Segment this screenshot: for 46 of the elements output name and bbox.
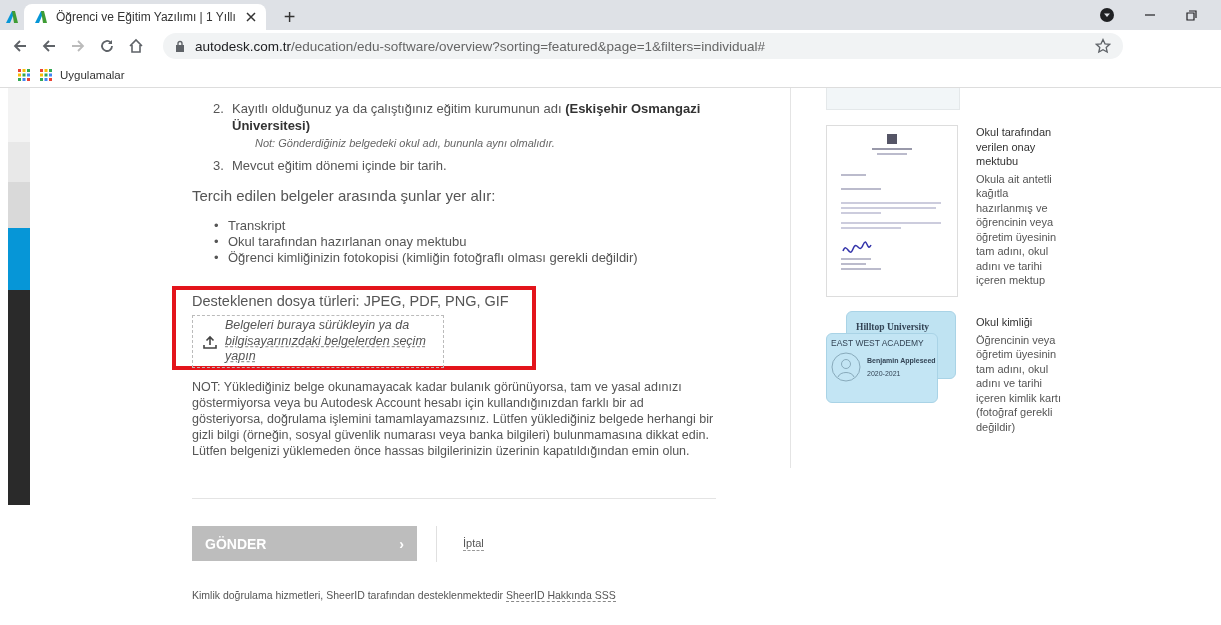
faq-link[interactable]: SheerID Hakkında SSS — [506, 588, 616, 602]
reload-icon[interactable] — [99, 38, 115, 54]
restore-icon[interactable] — [1186, 9, 1197, 21]
profile-icon[interactable] — [1100, 8, 1114, 22]
cancel-link[interactable]: İptal — [463, 536, 484, 551]
tab-title: Öğrenci ve Eğitim Yazılımı | 1 Yıllı — [56, 10, 236, 24]
bookmark-item[interactable]: Uygulamalar — [40, 68, 125, 81]
avatar-icon — [831, 352, 861, 382]
list-item-text: Transkript — [228, 217, 286, 234]
example-description: Öğrencinin veya öğretim üyesinin tam adını, okul adını ve tarihi içeren kimlik kartı (fotoğraf gerekli değildir) — [976, 332, 1062, 434]
bullet: • — [214, 249, 220, 266]
file-types-label: Desteklenen dosya türleri: JPEG, PDF, PNG, GIF — [192, 292, 510, 309]
list-number: 3. — [213, 157, 225, 174]
example-description: Okula ait antetli kağıtla hazırlanmış ve öğrencinin veya öğretim üyesinin tam adını, okul adını ve tarihi içeren mektup — [976, 171, 1058, 288]
bullet: • — [214, 217, 220, 234]
section-heading: Tercih edilen belgeler arasında şunlar yer alır: — [192, 188, 497, 205]
close-icon[interactable] — [245, 12, 256, 22]
back-icon[interactable] — [12, 38, 28, 54]
dropzone-text: Belgeleri buraya sürükleyin ya da bilgisayarınızdaki belgelerden seçim yapın — [225, 318, 433, 365]
example-title: Okul tarafından verilen onay mektubu — [976, 125, 1053, 169]
lock-icon — [175, 40, 185, 52]
card-title: Hilltop University — [856, 322, 930, 332]
logo-icon — [5, 10, 19, 24]
browse-link[interactable]: bilgisayarınızdaki belgelerden seçim yapın — [225, 333, 433, 365]
apps-grid-icon — [40, 68, 52, 81]
requirement-text: Mevcut eğitim dönemi içinde bir tarih. — [232, 157, 447, 174]
home-icon[interactable] — [128, 38, 144, 54]
upload-dropzone[interactable]: Belgeleri buraya sürükleyin ya da bilgisayarınızdaki belgelerden seçim yapın — [192, 315, 444, 368]
bullet: • — [214, 233, 220, 250]
list-item-text: Öğrenci kimliğinizin fotokopisi (kimliğin fotoğraflı olması gerekli değildir) — [228, 249, 638, 266]
footer-text: Kimlik doğrulama hizmetleri, SheerID tarafından desteklenmektedir SheerID Hakkında SSS — [192, 587, 617, 603]
card-title: EAST WEST ACADEMY — [831, 338, 925, 348]
star-icon[interactable] — [1095, 38, 1111, 54]
logo-icon — [34, 10, 48, 24]
example-title: Okul kimliği — [976, 315, 1034, 330]
note-text: Not: Gönderdiğiniz belgedeki okul adı, bununla aynı olmalıdır. — [254, 136, 556, 151]
address-bar[interactable]: autodesk.com.tr/education/edu-software/overview?sorting=featured&page=1&filters=individual# — [163, 33, 1123, 59]
browser-tab[interactable]: Öğrenci ve Eğitim Yazılımı | 1 Yıllı — [24, 4, 266, 30]
requirement-text: Kayıtlı olduğunuz ya da çalıştığınız eğitim kurumunun adı (Eskişehir Osmangazi Üniversitesi) — [232, 101, 702, 134]
notice-text: NOT: Yüklediğiniz belge okunamayacak kadar bulanık görünüyorsa, tam ve yasal adınızı göstermiyorsa veya bu Autodesk Account hesabı için kullandığınızdan farklı bir ad gösteriyorsa, doğrulama işlemini tamamlayamazsınız. Lütfen yüklediğiniz belgede herhangi bir gizli bilgi (örneğin, sosyal güvenlik numarası veya banka bilgileri) bulunmamasına dikkat edin. Lütfen belgenizi yüklemeden önce hassas bilgilerinizin üzerinin kapatıldığından emin olun. — [192, 378, 715, 460]
apps-grid-icon[interactable] — [18, 68, 30, 81]
back-icon[interactable] — [41, 38, 57, 54]
url-text: autodesk.com.tr/education/edu-software/overview?sorting=featured&page=1&filters=individual# — [195, 38, 766, 54]
upload-icon — [203, 334, 217, 349]
list-number: 2. — [213, 101, 225, 118]
list-item-text: Okul tarafından hazırlanan onay mektubu — [228, 233, 467, 250]
